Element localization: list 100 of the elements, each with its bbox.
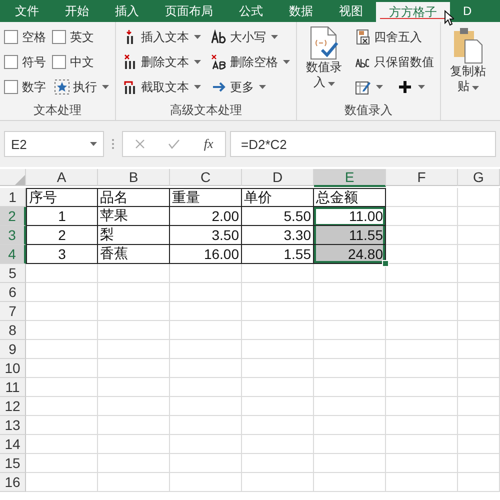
ribbon-tab[interactable]: 开始 [52, 0, 102, 22]
ribbon-button[interactable]: 删除空格 [209, 52, 292, 72]
cancel-icon[interactable] [134, 139, 145, 149]
empty-cell [98, 340, 170, 359]
table-cell: 24.80 [314, 245, 386, 264]
empty-cell [386, 321, 458, 340]
empty-cell [242, 473, 314, 492]
row-header[interactable]: 9 [0, 340, 26, 359]
empty-cell [314, 359, 386, 378]
empty-cell [98, 378, 170, 397]
checkbox[interactable] [4, 80, 18, 94]
ribbon-tab[interactable]: 公式 [226, 0, 276, 22]
large-ribbon-button[interactable]: 数值录入 [301, 26, 347, 102]
empty-cell [242, 378, 314, 397]
table-cell: 16.00 [170, 245, 242, 264]
row-header[interactable]: 8 [0, 321, 26, 340]
empty-cell [242, 435, 314, 454]
row-header[interactable]: 13 [0, 416, 26, 435]
group-label: 数值录入 [344, 102, 394, 119]
row-header[interactable]: 2 [0, 207, 26, 226]
group-label: 文本处理 [32, 102, 82, 119]
empty-cell [98, 302, 170, 321]
row-header[interactable]: 16 [0, 473, 26, 492]
table-cell: 苹果 [98, 207, 170, 226]
empty-cell [458, 226, 500, 245]
row-header[interactable]: 11 [0, 378, 26, 397]
ribbon-tab[interactable]: 方方格子 [376, 2, 450, 22]
empty-cell [314, 397, 386, 416]
row-header[interactable]: 5 [0, 264, 26, 283]
ribbon-button[interactable]: 更多 [209, 77, 292, 97]
empty-cell [242, 321, 314, 340]
caret-icon [194, 60, 201, 64]
column-header[interactable]: E [314, 169, 386, 187]
empty-cell [386, 359, 458, 378]
checkbox-label: 符号 [22, 54, 46, 70]
fill-handle[interactable] [382, 260, 389, 267]
caret-icon [283, 60, 290, 64]
empty-cell [170, 359, 242, 378]
empty-cell [170, 397, 242, 416]
ribbon-button[interactable]: 删除文本 [120, 52, 203, 72]
row-header[interactable]: 15 [0, 454, 26, 473]
table-cell: 11.55 [314, 226, 386, 245]
column-header[interactable]: B [98, 169, 170, 186]
cell-reference: E2 [11, 136, 27, 152]
empty-cell [170, 435, 242, 454]
ribbon-tab[interactable]: D [450, 0, 485, 22]
checkbox[interactable] [4, 30, 18, 44]
checkbox-label: 空格 [22, 28, 46, 46]
empty-cell [386, 283, 458, 302]
large-ribbon-button[interactable]: 复制粘贴 [445, 26, 491, 102]
column-header[interactable]: F [386, 169, 458, 186]
caret-icon [194, 35, 201, 39]
ribbon-button[interactable]: 截取文本 [120, 77, 203, 97]
ribbon-button[interactable]: 插入文本 [120, 27, 203, 47]
ribbon-button[interactable]: 四舍五入 [353, 27, 436, 47]
column-header[interactable]: G [458, 169, 500, 186]
row-header[interactable]: 12 [0, 397, 26, 416]
row-header[interactable]: 10 [0, 359, 26, 378]
ribbon-button[interactable]: 执行 [52, 77, 111, 97]
empty-cell [386, 188, 458, 207]
extract-text-icon [122, 79, 138, 95]
check-icon[interactable] [168, 139, 180, 149]
row-header[interactable]: 7 [0, 302, 26, 321]
row-header[interactable]: 6 [0, 283, 26, 302]
row-header[interactable]: 3 [0, 226, 26, 245]
empty-cell [242, 264, 314, 283]
name-box[interactable]: E2 [4, 131, 104, 157]
table-cell: 2 [26, 226, 98, 245]
empty-cell [458, 340, 500, 359]
ribbon-tab[interactable]: 插入 [102, 0, 152, 22]
empty-cell [170, 378, 242, 397]
ribbon-tab[interactable]: 数据 [276, 0, 326, 22]
row-header[interactable]: 4 [0, 245, 26, 264]
checkbox[interactable] [4, 55, 18, 69]
star-icon [54, 79, 70, 95]
checkbox[interactable] [52, 30, 66, 44]
ribbon-button[interactable]: 只保留数值 [353, 52, 436, 72]
ribbon-button[interactable]: 大小写 [209, 27, 292, 47]
empty-cell [314, 378, 386, 397]
checkbox[interactable] [52, 55, 66, 69]
column-header[interactable]: D [242, 169, 314, 186]
delete-text-icon [122, 54, 138, 70]
empty-cell [242, 283, 314, 302]
insert-function-button[interactable]: fx [204, 136, 214, 152]
caret-icon [376, 85, 383, 89]
pencil-grid-icon [355, 79, 371, 95]
ribbon-tab[interactable]: 文件 [2, 0, 52, 22]
delete-space-icon [211, 54, 227, 70]
formula-field[interactable]: =D2*C2 [230, 131, 496, 157]
column-header[interactable]: A [26, 169, 98, 186]
caret-icon [418, 85, 425, 89]
empty-cell [458, 454, 500, 473]
column-header[interactable]: C [170, 169, 242, 186]
empty-cell [386, 454, 458, 473]
row-header[interactable]: 14 [0, 435, 26, 454]
empty-cell [170, 340, 242, 359]
ribbon-tab[interactable]: 视图 [326, 0, 376, 22]
empty-cell [314, 321, 386, 340]
ribbon-tab[interactable]: 页面布局 [152, 0, 226, 22]
row-header[interactable]: 1 [0, 188, 26, 207]
